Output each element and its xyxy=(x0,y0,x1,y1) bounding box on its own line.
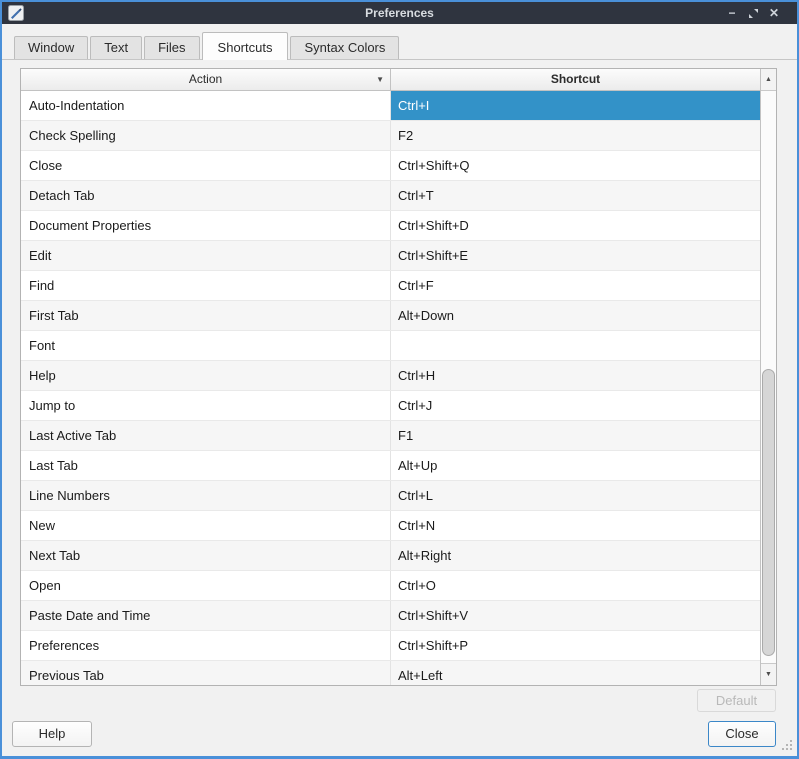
shortcut-cell[interactable]: Ctrl+Shift+D xyxy=(391,211,760,240)
shortcut-cell[interactable]: Ctrl+H xyxy=(391,361,760,390)
scrollbar-thumb[interactable] xyxy=(762,369,775,656)
scroll-up-icon[interactable]: ▲ xyxy=(761,69,776,91)
tab-shortcuts[interactable]: Shortcuts xyxy=(202,32,289,60)
shortcuts-table: Action ▼ Shortcut Auto-IndentationCtrl+I… xyxy=(20,68,777,686)
shortcut-header-label: Shortcut xyxy=(551,72,600,86)
table-row[interactable]: Line NumbersCtrl+L xyxy=(21,481,760,511)
help-button[interactable]: Help xyxy=(12,721,92,747)
action-cell[interactable]: Close xyxy=(21,151,391,180)
preferences-dialog: Preferences − ✕ WindowTextFilesShortcuts… xyxy=(0,0,799,759)
action-cell[interactable]: Auto-Indentation xyxy=(21,91,391,120)
action-cell[interactable]: Next Tab xyxy=(21,541,391,570)
tab-bar: WindowTextFilesShortcutsSyntax Colors xyxy=(2,33,797,60)
shortcut-cell[interactable]: Ctrl+J xyxy=(391,391,760,420)
shortcut-cell[interactable]: Ctrl+Shift+V xyxy=(391,601,760,630)
action-cell[interactable]: Help xyxy=(21,361,391,390)
column-header-action[interactable]: Action ▼ xyxy=(21,69,391,90)
action-cell[interactable]: Line Numbers xyxy=(21,481,391,510)
shortcut-cell[interactable]: Ctrl+O xyxy=(391,571,760,600)
action-cell[interactable]: New xyxy=(21,511,391,540)
close-button[interactable]: Close xyxy=(708,721,776,747)
dialog-content: WindowTextFilesShortcutsSyntax Colors Ac… xyxy=(2,24,797,756)
shortcut-cell[interactable] xyxy=(391,331,760,360)
action-cell[interactable]: Jump to xyxy=(21,391,391,420)
shortcut-cell[interactable]: Ctrl+T xyxy=(391,181,760,210)
action-cell[interactable]: Font xyxy=(21,331,391,360)
close-icon[interactable]: ✕ xyxy=(767,5,781,21)
vertical-scrollbar[interactable]: ▲ ▼ xyxy=(760,69,776,685)
tab-text[interactable]: Text xyxy=(90,36,142,59)
shortcut-cell[interactable]: Ctrl+Shift+E xyxy=(391,241,760,270)
shortcut-cell[interactable]: F2 xyxy=(391,121,760,150)
shortcut-cell[interactable]: Ctrl+F xyxy=(391,271,760,300)
shortcut-cell[interactable]: Ctrl+I xyxy=(391,91,760,120)
table-row[interactable]: FindCtrl+F xyxy=(21,271,760,301)
action-cell[interactable]: Previous Tab xyxy=(21,661,391,685)
table-columns: Action ▼ Shortcut Auto-IndentationCtrl+I… xyxy=(21,69,760,685)
action-cell[interactable]: Find xyxy=(21,271,391,300)
default-button: Default xyxy=(697,689,776,712)
table-row[interactable]: PreferencesCtrl+Shift+P xyxy=(21,631,760,661)
shortcut-cell[interactable]: Ctrl+Shift+P xyxy=(391,631,760,660)
title-bar[interactable]: Preferences − ✕ xyxy=(2,2,797,24)
shortcut-cell[interactable]: Alt+Up xyxy=(391,451,760,480)
action-cell[interactable]: Check Spelling xyxy=(21,121,391,150)
action-cell[interactable]: Edit xyxy=(21,241,391,270)
shortcut-cell[interactable]: F1 xyxy=(391,421,760,450)
table-header: Action ▼ Shortcut xyxy=(21,69,760,91)
action-cell[interactable]: Last Tab xyxy=(21,451,391,480)
table-body: Auto-IndentationCtrl+ICheck SpellingF2Cl… xyxy=(21,91,760,685)
table-row[interactable]: Next TabAlt+Right xyxy=(21,541,760,571)
table-row[interactable]: Check SpellingF2 xyxy=(21,121,760,151)
table-row[interactable]: NewCtrl+N xyxy=(21,511,760,541)
table-row[interactable]: Auto-IndentationCtrl+I xyxy=(21,91,760,121)
table-row[interactable]: Last TabAlt+Up xyxy=(21,451,760,481)
action-cell[interactable]: First Tab xyxy=(21,301,391,330)
table-row[interactable]: Detach TabCtrl+T xyxy=(21,181,760,211)
table-row[interactable]: Document PropertiesCtrl+Shift+D xyxy=(21,211,760,241)
table-row[interactable]: Paste Date and TimeCtrl+Shift+V xyxy=(21,601,760,631)
minimize-icon[interactable]: − xyxy=(725,5,739,21)
table-row[interactable]: OpenCtrl+O xyxy=(21,571,760,601)
action-cell[interactable]: Preferences xyxy=(21,631,391,660)
table-row[interactable]: Last Active TabF1 xyxy=(21,421,760,451)
restore-icon[interactable] xyxy=(746,5,760,21)
scrollbar-track[interactable] xyxy=(761,91,776,663)
action-cell[interactable]: Open xyxy=(21,571,391,600)
sort-desc-icon: ▼ xyxy=(376,69,384,90)
action-cell[interactable]: Document Properties xyxy=(21,211,391,240)
table-row[interactable]: EditCtrl+Shift+E xyxy=(21,241,760,271)
resize-grip[interactable] xyxy=(780,738,794,752)
table-row[interactable]: Previous TabAlt+Left xyxy=(21,661,760,685)
table-row[interactable]: Font xyxy=(21,331,760,361)
table-row[interactable]: First TabAlt+Down xyxy=(21,301,760,331)
window-controls: − ✕ xyxy=(725,2,781,24)
table-row[interactable]: Jump toCtrl+J xyxy=(21,391,760,421)
table-row[interactable]: CloseCtrl+Shift+Q xyxy=(21,151,760,181)
shortcut-cell[interactable]: Ctrl+Shift+Q xyxy=(391,151,760,180)
action-cell[interactable]: Detach Tab xyxy=(21,181,391,210)
tab-files[interactable]: Files xyxy=(144,36,199,59)
tab-syntax-colors[interactable]: Syntax Colors xyxy=(290,36,399,59)
scroll-down-icon[interactable]: ▼ xyxy=(761,663,776,685)
tab-window[interactable]: Window xyxy=(14,36,88,59)
shortcut-cell[interactable]: Alt+Right xyxy=(391,541,760,570)
window-title: Preferences xyxy=(2,2,797,24)
table-row[interactable]: HelpCtrl+H xyxy=(21,361,760,391)
shortcut-cell[interactable]: Alt+Down xyxy=(391,301,760,330)
shortcut-cell[interactable]: Ctrl+L xyxy=(391,481,760,510)
column-header-shortcut[interactable]: Shortcut xyxy=(391,69,760,90)
action-header-label: Action xyxy=(189,72,222,86)
shortcut-cell[interactable]: Alt+Left xyxy=(391,661,760,685)
action-cell[interactable]: Last Active Tab xyxy=(21,421,391,450)
action-cell[interactable]: Paste Date and Time xyxy=(21,601,391,630)
shortcut-cell[interactable]: Ctrl+N xyxy=(391,511,760,540)
